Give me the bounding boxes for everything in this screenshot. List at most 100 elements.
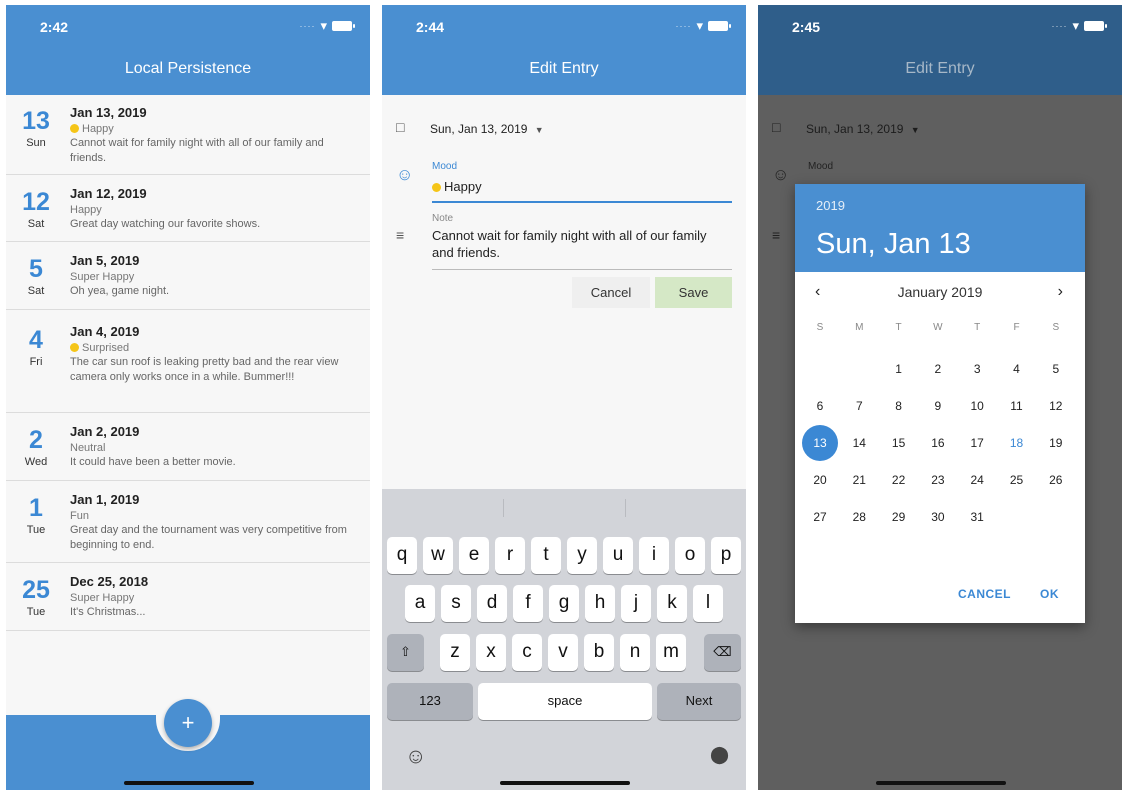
key-i[interactable]: i xyxy=(639,537,669,574)
key-h[interactable]: h xyxy=(585,585,615,622)
entry-row[interactable]: 12 Sat Jan 12, 2019 Happy Great day watching… xyxy=(6,175,370,242)
home-indicator xyxy=(876,781,1006,785)
entry-row[interactable]: 4 Fri Jan 4, 2019 Surprised The car sun roof… xyxy=(6,310,370,413)
entry-mood: Super Happy xyxy=(70,271,356,283)
selected-year[interactable]: 2019 xyxy=(816,198,845,213)
numbers-key[interactable]: 123 xyxy=(387,683,473,720)
key-s[interactable]: s xyxy=(441,585,471,622)
key-f[interactable]: f xyxy=(513,585,543,622)
entry-text: Jan 1, 2019 Fun Great day and the tourname… xyxy=(70,492,356,553)
calendar-day[interactable]: 19 xyxy=(1038,425,1074,461)
key-b[interactable]: b xyxy=(584,634,614,671)
emoji-icon[interactable]: ☺ xyxy=(405,745,426,769)
save-button[interactable]: Save xyxy=(655,277,732,308)
happy-emoji-icon xyxy=(432,183,441,192)
key-p[interactable]: p xyxy=(711,537,741,574)
key-x[interactable]: x xyxy=(476,634,506,671)
calendar-day[interactable]: 20 xyxy=(802,462,838,498)
calendar-day[interactable]: 14 xyxy=(841,425,877,461)
microphone-icon[interactable]: ⬤ xyxy=(710,745,729,765)
key-n[interactable]: n xyxy=(620,634,650,671)
entry-mood-label: Happy xyxy=(70,204,102,216)
cancel-button[interactable]: CANCEL xyxy=(958,587,1011,601)
key-u[interactable]: u xyxy=(603,537,633,574)
calendar-day[interactable]: 18 xyxy=(999,425,1035,461)
calendar-day[interactable]: 15 xyxy=(881,425,917,461)
calendar-day[interactable]: 24 xyxy=(959,462,995,498)
key-w[interactable]: w xyxy=(423,537,453,574)
status-icons: ···· ▾ xyxy=(1051,18,1107,34)
date-picker-button[interactable]: Sun, Jan 13, 2019 ▼ xyxy=(806,122,920,136)
wifi-icon: ▾ xyxy=(696,18,703,33)
entry-text: Dec 25, 2018 Super Happy It's Christmas... xyxy=(70,574,356,620)
key-m[interactable]: m xyxy=(656,634,686,671)
add-entry-button[interactable]: + xyxy=(164,699,212,747)
calendar-day[interactable]: 16 xyxy=(920,425,956,461)
key-c[interactable]: c xyxy=(512,634,542,671)
key-g[interactable]: g xyxy=(549,585,579,622)
ok-button[interactable]: OK xyxy=(1040,587,1059,601)
calendar-day[interactable]: 6 xyxy=(802,388,838,424)
calendar-day[interactable]: 29 xyxy=(881,499,917,535)
calendar-day[interactable]: 30 xyxy=(920,499,956,535)
key-a[interactable]: a xyxy=(405,585,435,622)
calendar-day[interactable]: 7 xyxy=(841,388,877,424)
weekday-label: T xyxy=(974,322,981,333)
calendar-day-selected[interactable]: 13 xyxy=(802,425,838,461)
key-t[interactable]: t xyxy=(531,537,561,574)
calendar-day[interactable]: 25 xyxy=(999,462,1035,498)
backspace-key[interactable]: ⌫ xyxy=(704,634,741,671)
calendar-day[interactable]: 12 xyxy=(1038,388,1074,424)
entry-row[interactable]: 13 Sun Jan 13, 2019 Happy Cannot wait for fa… xyxy=(6,95,370,175)
status-bar: 2:45 ···· ▾ xyxy=(758,5,1122,45)
calendar-day[interactable]: 22 xyxy=(881,462,917,498)
cancel-button[interactable]: Cancel xyxy=(572,277,650,308)
key-v[interactable]: v xyxy=(548,634,578,671)
calendar-day[interactable]: 8 xyxy=(881,388,917,424)
entry-row[interactable]: 1 Tue Jan 1, 2019 Fun Great day and the tour… xyxy=(6,481,370,563)
calendar-day[interactable]: 26 xyxy=(1038,462,1074,498)
calendar-day[interactable]: 1 xyxy=(881,351,917,387)
status-time: 2:44 xyxy=(416,19,445,35)
calendar-day[interactable]: 23 xyxy=(920,462,956,498)
calendar-day[interactable]: 4 xyxy=(999,351,1035,387)
status-time: 2:42 xyxy=(40,19,69,35)
note-field[interactable]: Cannot wait for family night with all of… xyxy=(432,227,722,261)
key-d[interactable]: d xyxy=(477,585,507,622)
key-k[interactable]: k xyxy=(657,585,687,622)
mood-field[interactable]: Happy xyxy=(432,179,482,194)
calendar-day[interactable]: 2 xyxy=(920,351,956,387)
key-q[interactable]: q xyxy=(387,537,417,574)
next-key[interactable]: Next xyxy=(657,683,741,720)
shift-key[interactable]: ⇧ xyxy=(387,634,424,671)
calendar-day[interactable]: 21 xyxy=(841,462,877,498)
calendar-day[interactable]: 3 xyxy=(959,351,995,387)
key-j[interactable]: j xyxy=(621,585,651,622)
entry-weekday: Fri xyxy=(29,356,43,368)
key-o[interactable]: o xyxy=(675,537,705,574)
key-y[interactable]: y xyxy=(567,537,597,574)
calendar-day[interactable]: 9 xyxy=(920,388,956,424)
calendar-day[interactable]: 31 xyxy=(959,499,995,535)
key-e[interactable]: e xyxy=(459,537,489,574)
date-picker-dialog: 2019 Sun, Jan 13 ‹ › January 2019 SMTWTF… xyxy=(795,184,1085,623)
dropdown-arrow-icon: ▼ xyxy=(910,125,920,135)
wifi-icon: ▾ xyxy=(1072,18,1079,33)
key-z[interactable]: z xyxy=(440,634,470,671)
entry-row[interactable]: 25 Tue Dec 25, 2018 Super Happy It's Christm… xyxy=(6,563,370,631)
key-l[interactable]: l xyxy=(693,585,723,622)
calendar-day[interactable]: 27 xyxy=(802,499,838,535)
entry-date: Jan 13, 2019 xyxy=(70,105,147,120)
entry-row[interactable]: 5 Sat Jan 5, 2019 Super Happy Oh yea, game n… xyxy=(6,242,370,310)
entry-row[interactable]: 2 Wed Jan 2, 2019 Neutral It could have been… xyxy=(6,413,370,481)
space-key[interactable]: space xyxy=(478,683,652,720)
key-r[interactable]: r xyxy=(495,537,525,574)
calendar-day[interactable]: 5 xyxy=(1038,351,1074,387)
calendar-day[interactable]: 11 xyxy=(999,388,1035,424)
date-picker-button[interactable]: Sun, Jan 13, 2019 ▼ xyxy=(430,122,544,136)
calendar-day[interactable]: 17 xyxy=(959,425,995,461)
entry-weekday: Tue xyxy=(26,606,46,618)
calendar-day[interactable]: 10 xyxy=(959,388,995,424)
entry-note: Oh yea, game night. xyxy=(70,285,170,297)
calendar-day[interactable]: 28 xyxy=(841,499,877,535)
